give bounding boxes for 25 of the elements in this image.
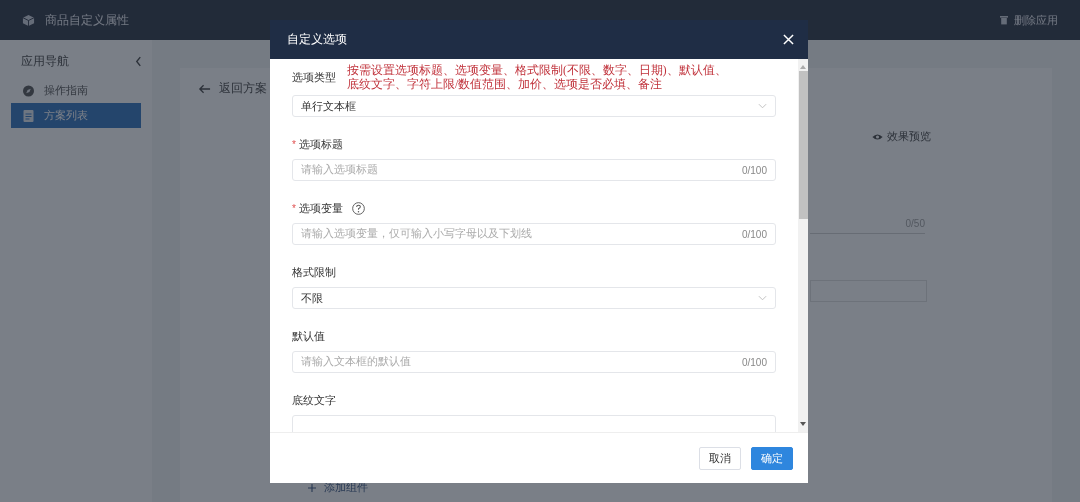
field-label: 选项变量 [298, 201, 343, 216]
input-field[interactable]: 请输入文本框的默认值 0/100 [292, 351, 776, 373]
field-label: 选项标题 [298, 137, 343, 152]
annotation-text: 按需设置选项标题、选项变量、格式限制(不限、数字、日期)、默认值、 [347, 63, 727, 77]
cancel-button[interactable]: 取消 [699, 446, 741, 470]
input-field[interactable]: 请输入选项变量，仅可输入小写字母以及下划线 0/100 [292, 223, 776, 245]
annotation-text: 底纹文字、字符上限/数值范围、加价、选项是否必填、备注 [347, 77, 663, 91]
delete-app-button[interactable]: 删除应用 [1000, 12, 1058, 28]
select-field[interactable]: 不限 [292, 287, 776, 309]
field-label: 格式限制 [292, 265, 336, 280]
sidebar-item[interactable]: 操作指南 [11, 78, 141, 103]
confirm-button[interactable]: 确定 [751, 446, 793, 470]
required-mark: * [292, 203, 296, 214]
preview-button[interactable]: 效果预览 [872, 129, 931, 144]
back-link[interactable]: 返回方案 [198, 80, 267, 97]
input-field[interactable]: 请输入选项标题 0/100 [292, 159, 776, 181]
app-title: 商品自定义属性 [45, 11, 129, 29]
field-label: 默认值 [292, 329, 325, 344]
required-mark: * [292, 139, 296, 150]
dialog-title: 自定义选项 [287, 31, 347, 48]
field-label: 底纹文字 [292, 393, 336, 408]
select-field[interactable]: 单行文本框 [292, 95, 776, 117]
sidebar-title: 应用导航 [21, 52, 69, 70]
sidebar-item[interactable]: 方案列表 [11, 103, 141, 128]
field-label: 选项类型 [292, 69, 336, 85]
